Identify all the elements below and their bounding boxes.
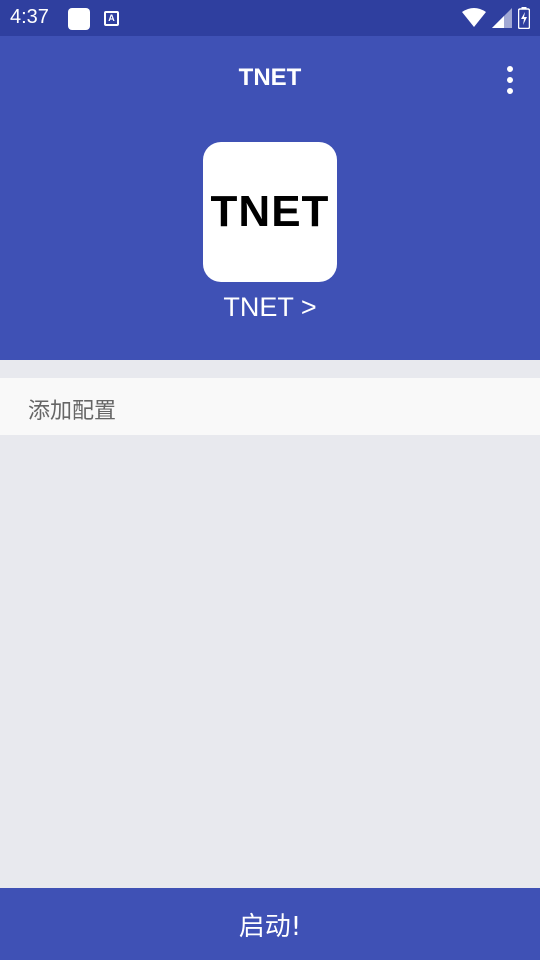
- status-time: 4:37: [10, 6, 49, 28]
- battery-charging-icon: [518, 7, 530, 29]
- app-title: TNET: [238, 64, 302, 91]
- logo-text: TNET: [210, 187, 330, 236]
- add-config-label: 添加配置: [28, 399, 117, 424]
- app-logo: TNET: [203, 142, 337, 282]
- cell-signal-icon: [492, 8, 512, 28]
- add-config-row[interactable]: 添加配置: [0, 378, 540, 435]
- status-bar: 4:37 A: [0, 0, 540, 36]
- profile-link[interactable]: TNET >: [0, 292, 540, 323]
- app-header: TNET TNET TNET >: [0, 36, 540, 360]
- app-notification-icon: [68, 8, 90, 30]
- menu-dot: [507, 66, 513, 72]
- start-button[interactable]: 启动!: [0, 888, 540, 960]
- a-notification-icon: A: [104, 11, 119, 26]
- menu-dot: [507, 77, 513, 83]
- menu-dot: [507, 88, 513, 94]
- status-icons: [462, 7, 530, 29]
- overflow-menu-icon[interactable]: [504, 66, 516, 94]
- wifi-icon: [462, 8, 486, 27]
